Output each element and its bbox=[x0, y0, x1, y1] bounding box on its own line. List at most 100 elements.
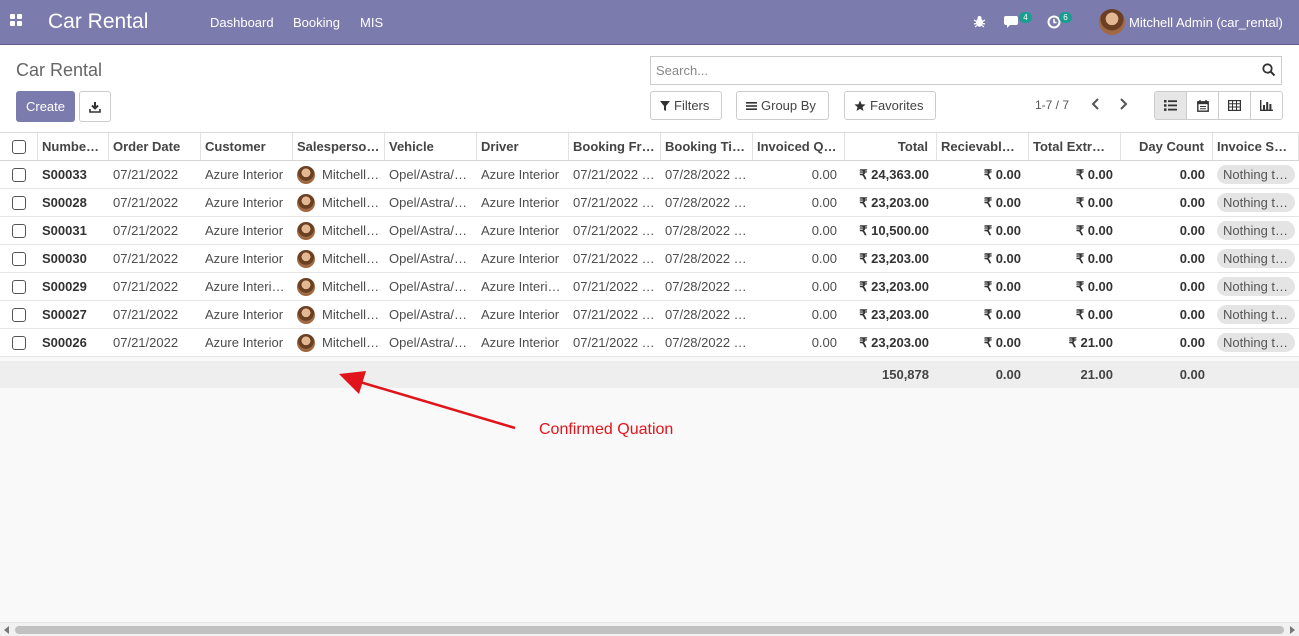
user-avatar[interactable] bbox=[1099, 9, 1125, 35]
cell-receivable[interactable]: ₹ 0.00 bbox=[937, 217, 1029, 244]
column-header-driver[interactable]: Driver bbox=[477, 133, 569, 160]
column-header-booking-till[interactable]: Booking Til… bbox=[661, 133, 753, 160]
cell-invoice-status[interactable]: Nothing to … bbox=[1213, 301, 1299, 328]
column-header-total[interactable]: Total bbox=[845, 133, 937, 160]
cell-booking-till[interactable]: 07/28/2022 … bbox=[661, 217, 753, 244]
cell-total-extra[interactable]: ₹ 0.00 bbox=[1029, 273, 1121, 300]
row-checkbox[interactable] bbox=[12, 251, 26, 266]
cell-booking-till[interactable]: 07/28/2022 … bbox=[661, 273, 753, 300]
apps-menu-icon[interactable] bbox=[10, 14, 22, 26]
cell-booking-from[interactable]: 07/21/2022 … bbox=[569, 189, 661, 216]
column-header-salesperson[interactable]: Salesperso… bbox=[293, 133, 385, 160]
cell-receivable[interactable]: ₹ 0.00 bbox=[937, 329, 1029, 356]
cell-total[interactable]: ₹ 23,203.00 bbox=[845, 301, 937, 328]
table-row[interactable]: S00029 07/21/2022 Azure Interi… Mitchell… Op… bbox=[0, 273, 1299, 301]
cell-total-extra[interactable]: ₹ 0.00 bbox=[1029, 301, 1121, 328]
cell-invoice-status[interactable]: Nothing to … bbox=[1213, 329, 1299, 356]
cell-invoice-status[interactable]: Nothing to … bbox=[1213, 245, 1299, 272]
cell-total[interactable]: ₹ 10,500.00 bbox=[845, 217, 937, 244]
cell-receivable[interactable]: ₹ 0.00 bbox=[937, 189, 1029, 216]
cell-customer[interactable]: Azure Interior bbox=[201, 301, 293, 328]
row-checkbox[interactable] bbox=[12, 279, 26, 294]
cell-vehicle[interactable]: Opel/Astra/… bbox=[385, 189, 477, 216]
cell-vehicle[interactable]: Opel/Astra/… bbox=[385, 329, 477, 356]
cell-total[interactable]: ₹ 23,203.00 bbox=[845, 329, 937, 356]
cell-day-count[interactable]: 0.00 bbox=[1121, 189, 1213, 216]
cell-number[interactable]: S00027 bbox=[38, 301, 109, 328]
cell-receivable[interactable]: ₹ 0.00 bbox=[937, 301, 1029, 328]
cell-total-extra[interactable]: ₹ 0.00 bbox=[1029, 189, 1121, 216]
cell-booking-till[interactable]: 07/28/2022 … bbox=[661, 301, 753, 328]
cell-booking-from[interactable]: 07/21/2022 … bbox=[569, 273, 661, 300]
cell-customer[interactable]: Azure Interi… bbox=[201, 273, 293, 300]
row-checkbox[interactable] bbox=[12, 223, 26, 238]
create-button[interactable]: Create bbox=[16, 91, 75, 122]
column-header-number[interactable]: Numbe… bbox=[38, 133, 109, 160]
cell-invoiced-qty[interactable]: 0.00 bbox=[753, 329, 845, 356]
menu-booking[interactable]: Booking bbox=[293, 15, 340, 30]
cell-driver[interactable]: Azure Interior bbox=[477, 329, 569, 356]
cell-day-count[interactable]: 0.00 bbox=[1121, 273, 1213, 300]
cell-salesperson[interactable]: Mitchell… bbox=[293, 217, 385, 244]
cell-day-count[interactable]: 0.00 bbox=[1121, 301, 1213, 328]
table-row[interactable]: S00027 07/21/2022 Azure Interior Mitchell… O… bbox=[0, 301, 1299, 329]
column-header-customer[interactable]: Customer bbox=[201, 133, 293, 160]
cell-invoice-status[interactable]: Nothing to … bbox=[1213, 189, 1299, 216]
row-checkbox[interactable] bbox=[12, 335, 26, 350]
cell-salesperson[interactable]: Mitchell… bbox=[293, 301, 385, 328]
cell-day-count[interactable]: 0.00 bbox=[1121, 329, 1213, 356]
cell-driver[interactable]: Azure Interior bbox=[477, 301, 569, 328]
cell-total[interactable]: ₹ 23,203.00 bbox=[845, 245, 937, 272]
graph-view-icon[interactable] bbox=[1250, 92, 1282, 119]
cell-customer[interactable]: Azure Interior bbox=[201, 161, 293, 188]
search-input[interactable] bbox=[651, 57, 1256, 84]
pager-value[interactable]: 1-7 / 7 bbox=[1035, 98, 1069, 112]
column-header-receivable[interactable]: Recievable… bbox=[937, 133, 1029, 160]
pivot-view-icon[interactable] bbox=[1218, 92, 1250, 119]
scroll-right-icon[interactable] bbox=[1288, 626, 1296, 634]
row-checkbox[interactable] bbox=[12, 195, 26, 210]
cell-driver[interactable]: Azure Interi… bbox=[477, 273, 569, 300]
cell-salesperson[interactable]: Mitchell… bbox=[293, 273, 385, 300]
table-row[interactable]: S00030 07/21/2022 Azure Interior Mitchell… O… bbox=[0, 245, 1299, 273]
cell-number[interactable]: S00028 bbox=[38, 189, 109, 216]
table-row[interactable]: S00026 07/21/2022 Azure Interior Mitchell… O… bbox=[0, 329, 1299, 357]
cell-driver[interactable]: Azure Interior bbox=[477, 245, 569, 272]
debug-bug-icon[interactable] bbox=[973, 15, 986, 31]
cell-total-extra[interactable]: ₹ 0.00 bbox=[1029, 245, 1121, 272]
cell-customer[interactable]: Azure Interior bbox=[201, 217, 293, 244]
list-view-icon[interactable] bbox=[1155, 92, 1186, 119]
cell-day-count[interactable]: 0.00 bbox=[1121, 245, 1213, 272]
cell-driver[interactable]: Azure Interior bbox=[477, 161, 569, 188]
cell-order-date[interactable]: 07/21/2022 bbox=[109, 245, 201, 272]
cell-vehicle[interactable]: Opel/Astra/… bbox=[385, 217, 477, 244]
table-row[interactable]: S00033 07/21/2022 Azure Interior Mitchell… O… bbox=[0, 161, 1299, 189]
cell-salesperson[interactable]: Mitchell… bbox=[293, 329, 385, 356]
cell-total-extra[interactable]: ₹ 0.00 bbox=[1029, 161, 1121, 188]
cell-booking-till[interactable]: 07/28/2022 … bbox=[661, 329, 753, 356]
cell-order-date[interactable]: 07/21/2022 bbox=[109, 189, 201, 216]
cell-booking-till[interactable]: 07/28/2022 … bbox=[661, 245, 753, 272]
column-header-order-date[interactable]: Order Date bbox=[109, 133, 201, 160]
cell-booking-till[interactable]: 07/28/2022 … bbox=[661, 189, 753, 216]
column-header-total-extra[interactable]: Total Extra … bbox=[1029, 133, 1121, 160]
column-header-vehicle[interactable]: Vehicle bbox=[385, 133, 477, 160]
cell-booking-from[interactable]: 07/21/2022 … bbox=[569, 161, 661, 188]
cell-customer[interactable]: Azure Interior bbox=[201, 245, 293, 272]
cell-receivable[interactable]: ₹ 0.00 bbox=[937, 161, 1029, 188]
cell-number[interactable]: S00030 bbox=[38, 245, 109, 272]
cell-invoiced-qty[interactable]: 0.00 bbox=[753, 189, 845, 216]
cell-total-extra[interactable]: ₹ 21.00 bbox=[1029, 329, 1121, 356]
cell-invoiced-qty[interactable]: 0.00 bbox=[753, 245, 845, 272]
row-checkbox[interactable] bbox=[12, 167, 26, 182]
calendar-view-icon[interactable] bbox=[1186, 92, 1218, 119]
messages-chat-icon[interactable]: 4 bbox=[1004, 12, 1032, 32]
cell-vehicle[interactable]: Opel/Astra/… bbox=[385, 273, 477, 300]
cell-total[interactable]: ₹ 23,203.00 bbox=[845, 189, 937, 216]
cell-order-date[interactable]: 07/21/2022 bbox=[109, 161, 201, 188]
cell-invoice-status[interactable]: Nothing to … bbox=[1213, 161, 1299, 188]
cell-driver[interactable]: Azure Interior bbox=[477, 217, 569, 244]
cell-number[interactable]: S00026 bbox=[38, 329, 109, 356]
cell-vehicle[interactable]: Opel/Astra/… bbox=[385, 245, 477, 272]
app-title[interactable]: Car Rental bbox=[48, 10, 148, 34]
